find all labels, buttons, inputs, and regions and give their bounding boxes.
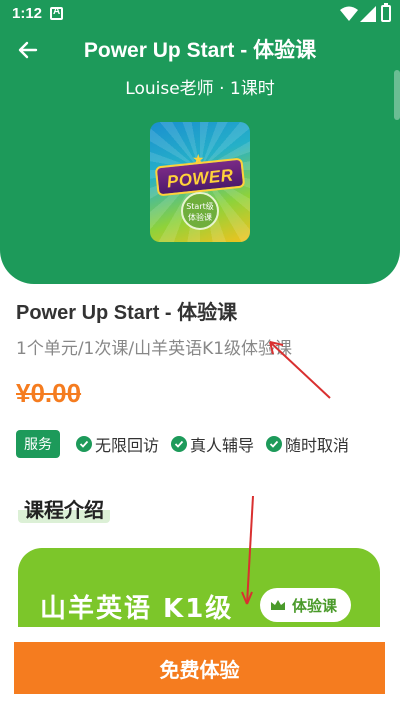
course-description: 1个单元/1次课/山羊英语K1级体验课: [16, 339, 293, 359]
wifi-icon: [340, 6, 358, 21]
feature-label: 随时取消: [285, 436, 350, 455]
card-title: 山羊英语 K1级: [40, 594, 234, 624]
free-trial-button[interactable]: 免费体验: [14, 642, 385, 694]
back-button[interactable]: [14, 36, 42, 64]
scroll-indicator: [394, 70, 400, 120]
signal-icon: [360, 6, 376, 22]
arrow-left-icon: [18, 41, 38, 59]
cover-badge-line1: Start级: [186, 202, 214, 211]
cover-badge: Start级 体验课: [181, 192, 219, 230]
course-title: Power Up Start - 体验课: [16, 302, 238, 324]
trial-badge: 体验课: [260, 588, 352, 622]
battery-icon: [381, 3, 391, 22]
service-features: 服务 无限回访 真人辅导 随时取消: [16, 430, 361, 458]
check-circle-icon: [171, 436, 188, 452]
feature-item: 无限回访: [76, 432, 159, 456]
status-time: 1:12: [12, 5, 43, 22]
feature-item: 真人辅导: [171, 432, 254, 456]
check-circle-icon: [266, 436, 283, 452]
sim-icon: [50, 6, 63, 20]
feature-item: 随时取消: [266, 432, 349, 456]
course-price: ¥0.00: [16, 378, 82, 408]
status-bar: 1:12: [0, 0, 400, 28]
feature-label: 真人辅导: [190, 436, 255, 455]
check-circle-icon: [76, 436, 92, 452]
section-title-course-intro: 课程介绍: [18, 494, 110, 523]
trial-badge-label: 体验课: [292, 596, 338, 615]
cover-badge-line2: 体验课: [188, 213, 212, 222]
page-title: Power Up Start - 体验课: [83, 39, 317, 62]
teacher-info: Louise老师 · 1课时: [125, 79, 275, 99]
bottom-bar: 免费体验: [0, 627, 400, 710]
feature-label: 无限回访: [95, 436, 160, 455]
course-cover-image: ★ POWER UP Start级 体验课: [150, 122, 250, 242]
crown-icon: [271, 600, 285, 610]
course-header: 1:12 Power Up Start - 体验课 Louise老师 · 1课时…: [0, 0, 400, 284]
service-tag: 服务: [16, 430, 60, 458]
